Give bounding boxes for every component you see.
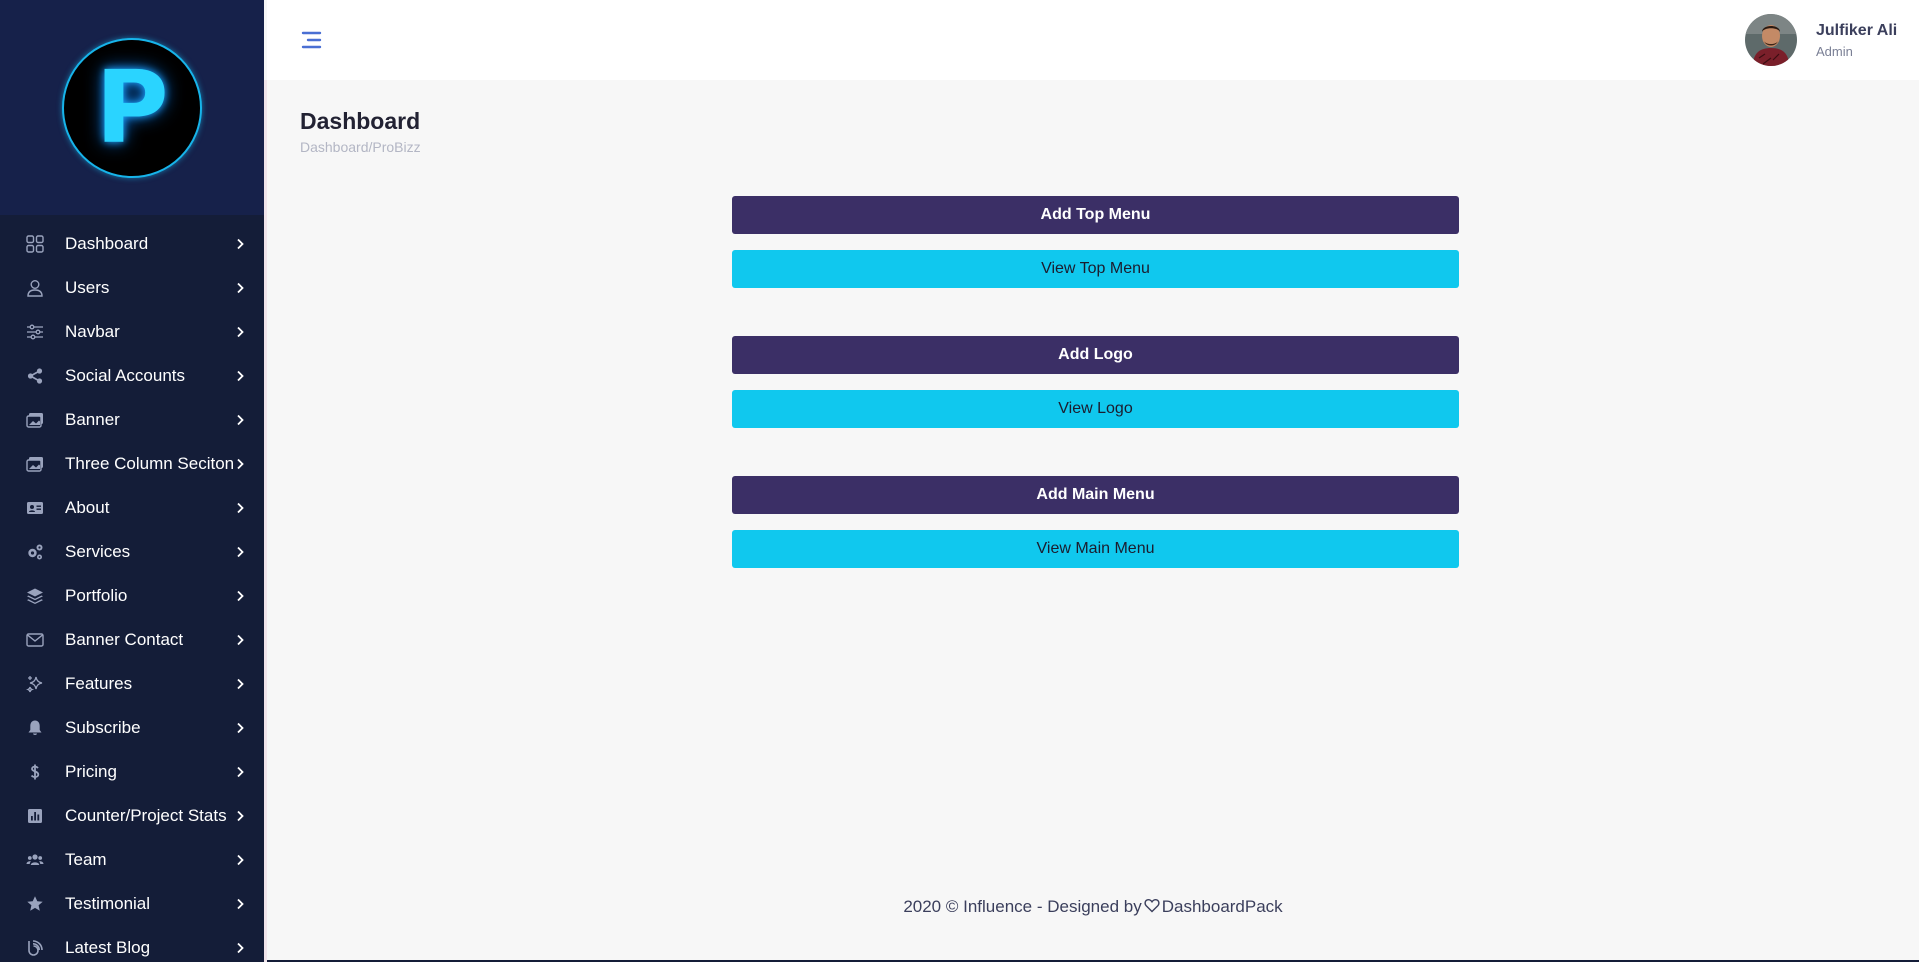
chevron-right-icon [234,634,246,646]
user-profile[interactable]: Julfiker Ali Admin [1745,14,1897,66]
sidebar-item-label: Testimonial [65,894,151,913]
sidebar-item-label: Dashboard [65,234,149,253]
share-icon [25,366,45,386]
logo-area: P [0,0,264,215]
grid-icon [25,234,45,254]
sidebar-item-label: Counter/Project Stats [65,806,227,825]
chevron-right-icon [234,854,246,866]
user-icon [25,278,45,298]
sidebar-item-team[interactable]: Team [0,838,264,882]
add-logo-button[interactable]: Add Logo [732,336,1459,374]
id-card-icon [25,498,45,518]
sidebar-item-services[interactable]: Services [0,530,264,574]
sidebar-item-banner-contact[interactable]: Banner Contact [0,618,264,662]
sidebar-item-label: Banner Contact [65,630,184,649]
sidebar-item-banner[interactable]: Banner [0,398,264,442]
blog-icon [25,938,45,958]
sidebar-item-label: Navbar [65,322,120,341]
sidebar-item-label: Latest Blog [65,938,151,957]
add-main-menu-button[interactable]: Add Main Menu [732,476,1459,514]
page-title: Dashboard [300,108,421,134]
sidebar-item-label: Features [65,674,133,693]
add-top-menu-button[interactable]: Add Top Menu [732,196,1459,234]
chevron-right-icon [234,370,246,382]
view-main-menu-button[interactable]: View Main Menu [732,530,1459,568]
chart-icon [25,806,45,826]
users-icon [25,850,45,870]
heart-icon [1144,898,1160,913]
chevron-right-icon [234,898,246,910]
sidebar-item-label: Pricing [65,762,117,781]
star-icon [25,894,45,914]
chevron-right-icon [234,326,246,338]
sidebar-item-features[interactable]: Features [0,662,264,706]
footer: 2020 © Influence - Designed by DashboardP… [267,897,1919,917]
chevron-right-icon [234,282,246,294]
sparkles-icon [25,674,45,694]
chevron-right-icon [234,766,246,778]
sidebar-item-dashboard[interactable]: Dashboard [0,222,264,266]
sidebar-item-pricing[interactable]: Pricing [0,750,264,794]
sidebar-nav: Dashboard Users Navbar Social Accounts B… [0,222,264,962]
sidebar-item-three-column-section[interactable]: Three Column Seciton [0,442,264,486]
sidebar-item-label: About [65,498,110,517]
bell-icon [25,718,45,738]
logo-letter: P [95,48,169,166]
chevron-right-icon [234,810,246,822]
sidebar-item-social-accounts[interactable]: Social Accounts [0,354,264,398]
chevron-right-icon [234,722,246,734]
envelope-icon [25,630,45,650]
sidebar-item-about[interactable]: About [0,486,264,530]
sidebar-item-subscribe[interactable]: Subscribe [0,706,264,750]
layers-icon [25,586,45,606]
sidebar-item-label: Subscribe [65,718,141,737]
view-top-menu-button[interactable]: View Top Menu [732,250,1459,288]
chevron-right-icon [234,590,246,602]
avatar[interactable] [1745,14,1797,66]
user-role: Admin [1816,43,1853,59]
sidebar-item-navbar[interactable]: Navbar [0,310,264,354]
sidebar: P Dashboard Users Navbar Social Accounts… [0,0,264,962]
sidebar-divider [264,80,267,962]
sidebar-item-label: Portfolio [65,586,128,605]
sidebar-item-label: Banner [65,410,120,429]
footer-brand-link[interactable]: DashboardPack [1162,897,1283,916]
chevron-right-icon [234,238,246,250]
sidebar-item-label: Users [65,278,110,297]
footer-text: 2020 © Influence - Designed by [903,897,1142,916]
top-header: Julfiker Ali Admin [267,0,1919,80]
menu-toggle-icon[interactable] [299,30,323,50]
sliders-icon [25,322,45,342]
chevron-right-icon [234,458,246,470]
sidebar-item-label: Services [65,542,131,561]
sidebar-item-latest-blog[interactable]: Latest Blog [0,926,264,962]
view-logo-button[interactable]: View Logo [732,390,1459,428]
chevron-right-icon [234,546,246,558]
brand-logo[interactable]: P [62,37,202,178]
chevron-right-icon [234,502,246,514]
sidebar-item-label: Social Accounts [65,366,186,385]
breadcrumb[interactable]: Dashboard/ProBizz [300,139,421,155]
user-name: Julfiker Ali [1816,21,1898,39]
sidebar-item-label: Team [65,850,107,869]
dollar-icon [25,762,45,782]
profile-info: Julfiker Ali Admin [1816,22,1897,59]
cogs-icon [25,542,45,562]
chevron-right-icon [234,414,246,426]
sidebar-item-counter-project-stats[interactable]: Counter/Project Stats [0,794,264,838]
chevron-right-icon [234,942,246,954]
sidebar-item-label: Three Column Seciton [65,454,235,473]
sidebar-item-testimonial[interactable]: Testimonial [0,882,264,926]
images-icon [25,454,45,474]
images-icon [25,410,45,430]
sidebar-item-portfolio[interactable]: Portfolio [0,574,264,618]
sidebar-item-users[interactable]: Users [0,266,264,310]
chevron-right-icon [234,678,246,690]
